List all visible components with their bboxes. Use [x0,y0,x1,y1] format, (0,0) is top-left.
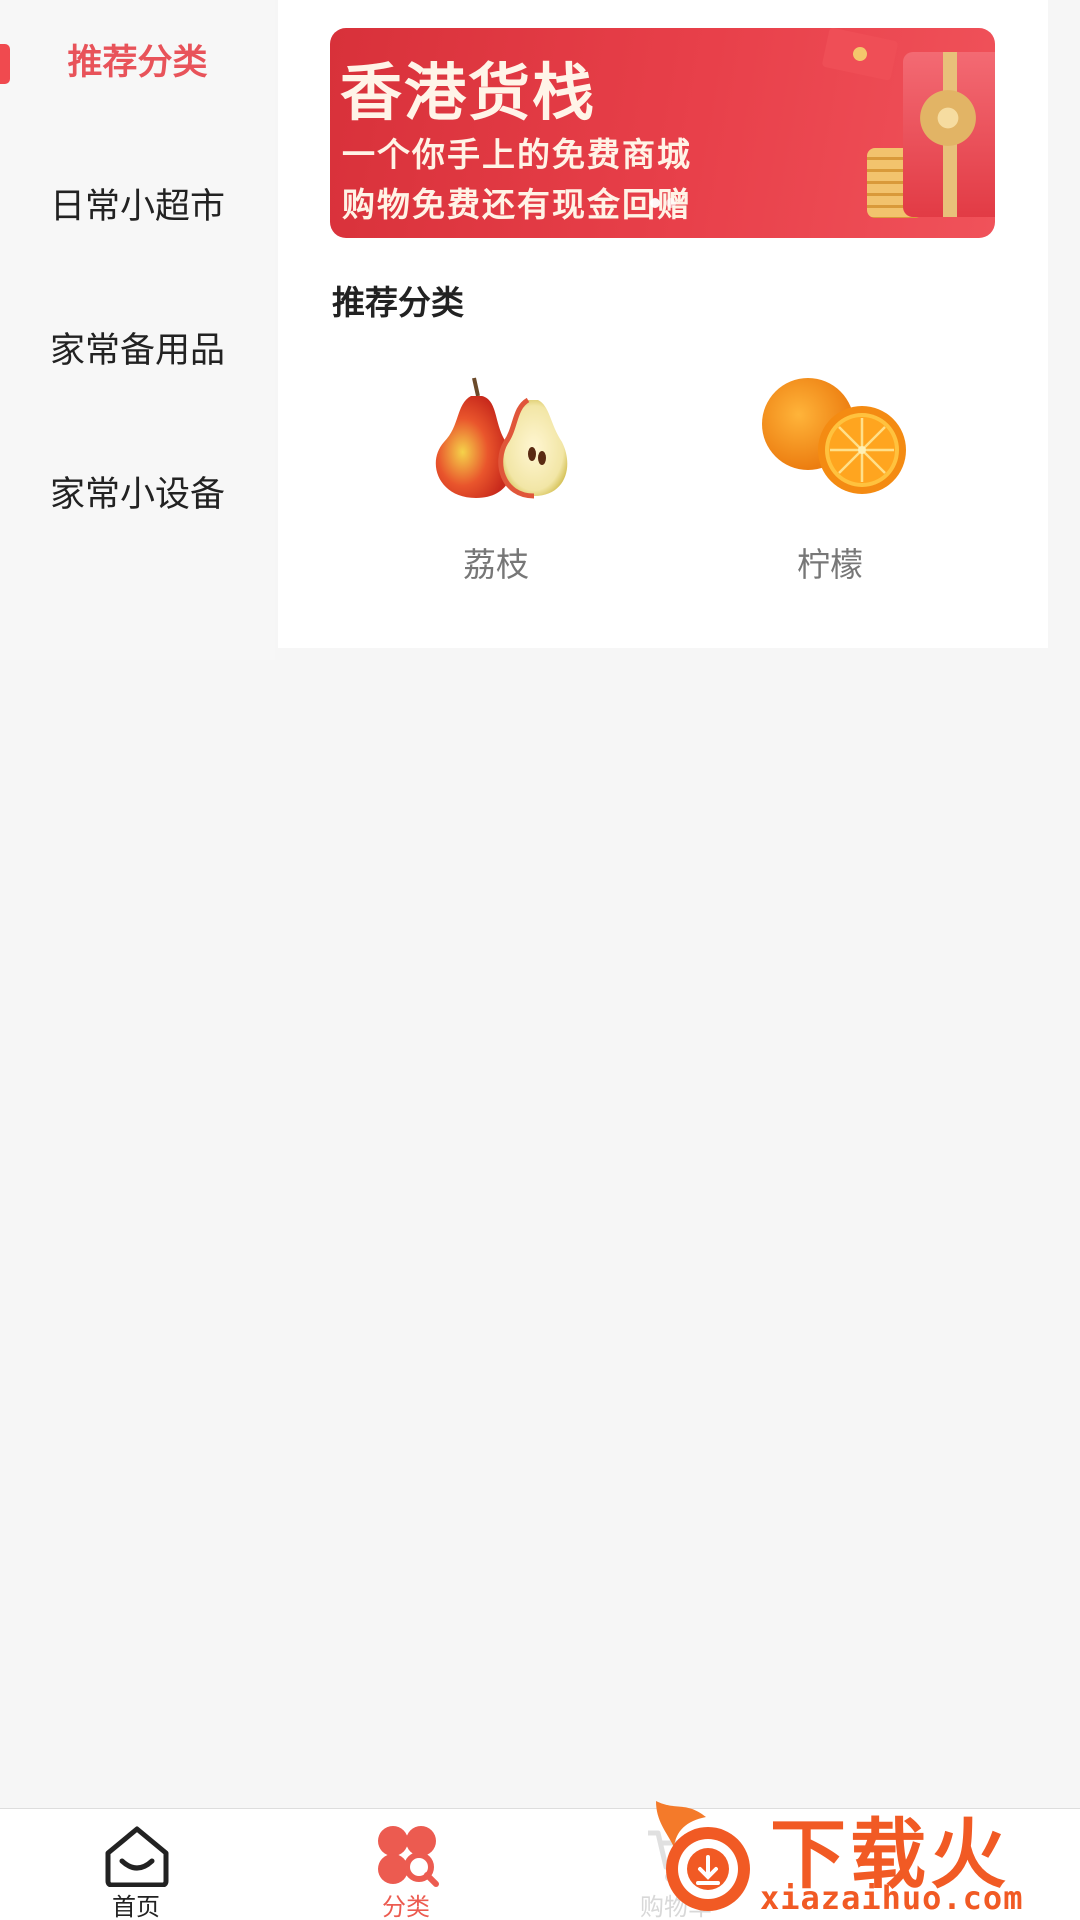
promo-banner[interactable]: 香港货栈 一个你手上的免费商城 购物免费还有现金回赠 [330,28,995,238]
category-icon [378,1826,439,1887]
banner-subtitle: 一个你手上的免费商城 [342,135,692,174]
category-item-lychee[interactable]: 荔枝 [396,370,596,590]
sidebar-item-label: 日常小超市 [49,186,225,227]
pear-icon [435,377,568,499]
gift-box-icon [903,52,995,217]
tab-category[interactable]: 分类 [306,1809,506,1920]
carousel-dot [650,198,660,208]
carousel-dot [666,198,676,208]
flame-logo-icon [656,1801,750,1911]
sidebar-item-label: 推荐分类 [67,42,208,83]
banner-tagline: 购物免费还有现金回赠 [342,185,692,224]
tab-home[interactable]: 首页 [36,1809,236,1920]
category-item-label: 荔枝 [463,545,529,584]
category-item-lemon[interactable]: 柠檬 [730,370,930,590]
tab-label: 分类 [382,1893,430,1920]
category-sidebar: 推荐分类 日常小超市 家常备用品 家常小设备 [0,0,275,660]
sidebar-item-label: 家常备用品 [49,330,225,371]
orange-icon [762,378,906,494]
section-title: 推荐分类 [332,283,464,322]
home-icon [105,1826,169,1887]
sidebar-item-daily-supermarket[interactable]: 日常小超市 [0,148,275,258]
red-envelope-icon [821,28,899,81]
tab-label: 首页 [112,1893,160,1920]
sidebar-item-household-supplies[interactable]: 家常备用品 [0,292,275,402]
watermark-domain: xiazaihuo.com [760,1879,1024,1917]
app-root: 推荐分类 日常小超市 家常备用品 家常小设备 香港货栈 一个你手上的免费商城 购… [0,0,1080,1920]
site-watermark: 下载火 xiazaihuo.com [646,1791,1080,1920]
category-item-label: 柠檬 [797,545,863,584]
bottom-tab-bar: 首页 分类 购物车 下载火 xiazaihuo.com [0,1801,1080,1920]
category-content: 香港货栈 一个你手上的免费商城 购物免费还有现金回赠 推荐分类 荔枝 柠檬 [278,0,1048,648]
sidebar-item-recommended[interactable]: 推荐分类 [0,4,275,114]
active-indicator [0,44,10,84]
banner-title: 香港货栈 [340,56,597,129]
carousel-dots [650,198,676,208]
sidebar-item-household-devices[interactable]: 家常小设备 [0,436,275,546]
sidebar-item-label: 家常小设备 [49,474,225,515]
